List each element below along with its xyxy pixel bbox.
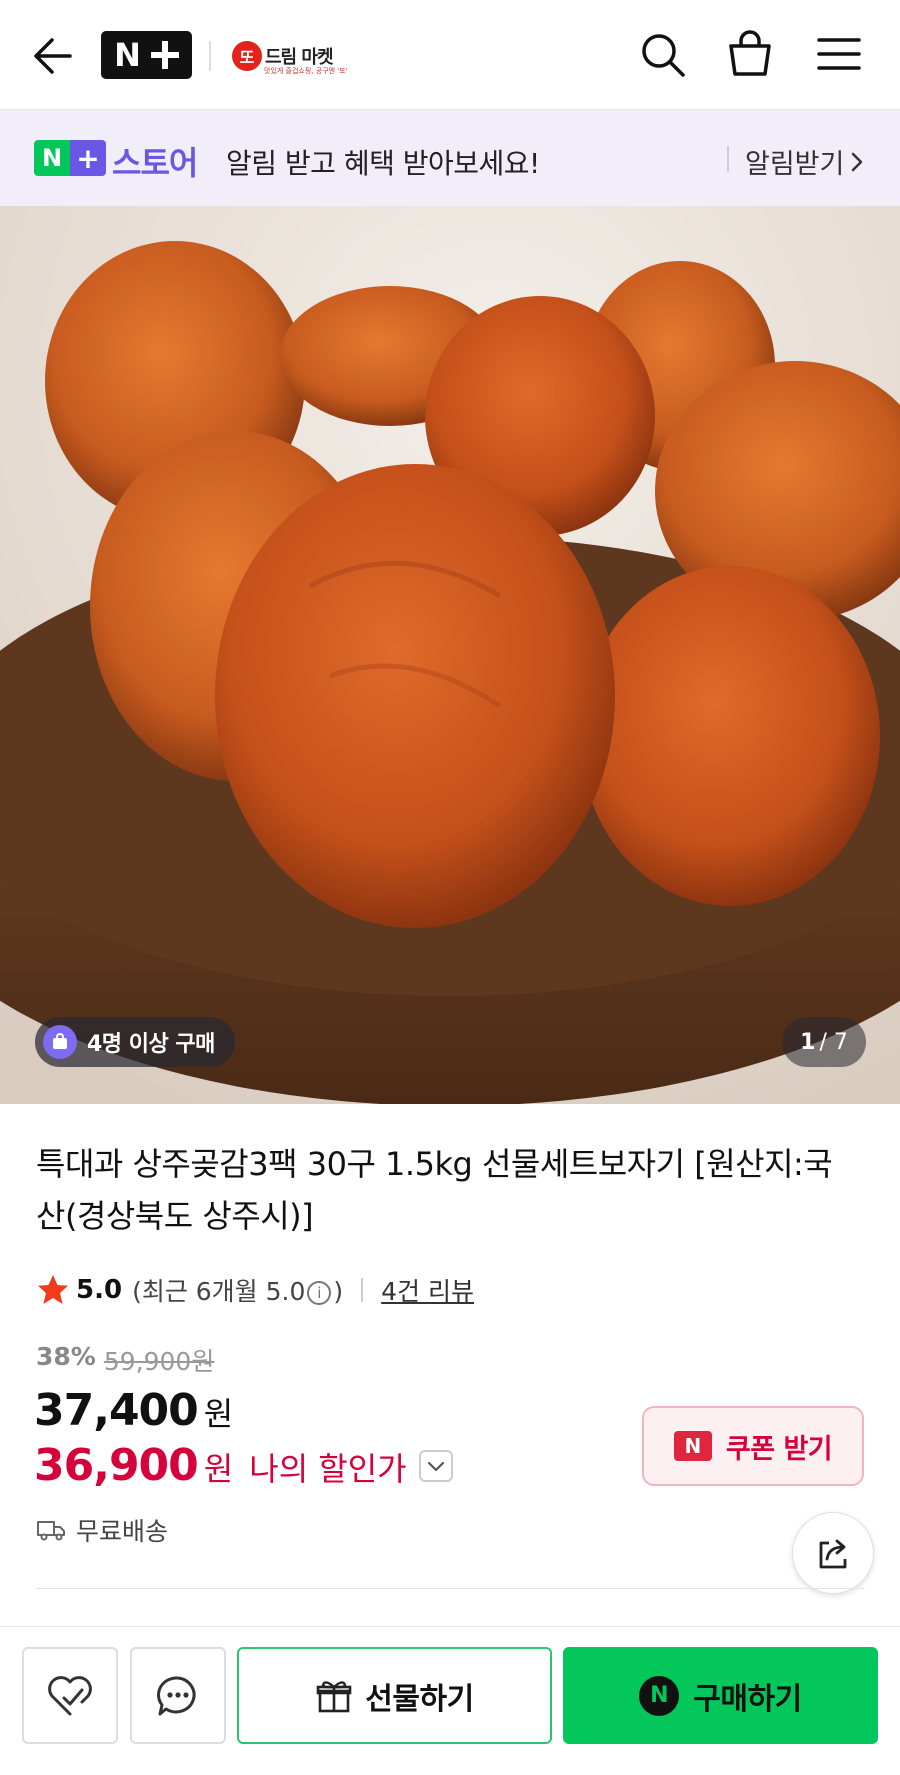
naver-coupon-icon: N: [673, 1431, 712, 1461]
plus-icon: [150, 41, 179, 69]
store-logo[interactable]: 또 드림 마켓 맛있게 즐겁쇼핑, 공구엔 '또': [232, 36, 348, 76]
product-title: 특대과 상주곶감3팩 30구 1.5kg 선물세트보자기 [원산지:국산(경상북…: [36, 1145, 833, 1235]
bottom-action-bar: 선물하기 N 구매하기: [0, 1626, 900, 1775]
buyers-count-text: 4명 이상 구매: [87, 1032, 215, 1057]
product-image-carousel[interactable]: [0, 206, 900, 1104]
my-discount-price: 36,900 원 나의 할인가: [34, 1440, 453, 1491]
naver-plus-logo[interactable]: N: [101, 31, 192, 79]
banner-message: 알림 받고 혜택 받아보세요!: [226, 147, 540, 180]
gift-button[interactable]: 선물하기: [237, 1647, 552, 1744]
image-counter-total: / 7: [819, 1029, 848, 1055]
naver-plus-store-logo: N +: [34, 140, 106, 176]
naver-pay-icon: N: [639, 1675, 680, 1716]
review-link[interactable]: 4건 리뷰: [381, 1272, 474, 1308]
rating-recent-close: ): [333, 1277, 344, 1306]
store-logo-badge: 또: [232, 41, 262, 71]
section-divider: [36, 1588, 864, 1589]
rating-recent-text: (최근 6개월 5.0: [132, 1277, 306, 1306]
notification-subscribe-label: 알림받기: [745, 149, 845, 180]
chevron-right-icon: [852, 152, 863, 171]
my-price-unit: 원: [203, 1450, 234, 1488]
naver-plus-logo-letter: N: [114, 36, 141, 74]
chevron-down-icon: [427, 1461, 444, 1471]
my-price-label: 나의 할인가: [249, 1450, 407, 1488]
rating-row: 5.0 (최근 6개월 5.0 i) 4건 리뷰: [36, 1272, 474, 1308]
shopping-bag-icon[interactable]: [725, 28, 775, 80]
buy-label: 구매하기: [693, 1681, 802, 1717]
search-icon[interactable]: [638, 30, 688, 80]
back-arrow-icon[interactable]: [30, 34, 74, 78]
chat-button[interactable]: [130, 1647, 226, 1744]
discount-row: 38% 59,900원: [36, 1342, 214, 1378]
naver-plus-sign: +: [70, 140, 106, 176]
banner-divider: [727, 146, 729, 172]
share-button[interactable]: [792, 1512, 874, 1594]
sale-price-value: 37,400: [34, 1385, 199, 1436]
shipping-label: 무료배송: [76, 1517, 169, 1546]
top-header: N 또 드림 마켓 맛있게 즐겁쇼핑, 공구엔 '또': [0, 0, 900, 110]
star-icon: [38, 1275, 68, 1304]
chat-icon: [157, 1675, 196, 1715]
gift-icon: [316, 1680, 352, 1712]
sale-price-unit: 원: [203, 1395, 234, 1433]
original-price: 59,900원: [103, 1347, 215, 1376]
coupon-label: 쿠폰 받기: [725, 1433, 833, 1465]
heart-check-icon: [48, 1675, 92, 1715]
buyers-count-chip: 4명 이상 구매: [35, 1017, 235, 1067]
discount-percent: 38%: [36, 1342, 96, 1371]
gift-label: 선물하기: [365, 1681, 474, 1717]
bag-badge-icon: [43, 1025, 77, 1059]
store-word: 스토어: [112, 144, 198, 182]
shipping-info: 무료배송: [36, 1512, 168, 1548]
buy-button[interactable]: N 구매하기: [563, 1647, 878, 1744]
store-logo-tagline: 맛있게 즐겁쇼핑, 공구엔 '또': [264, 67, 348, 75]
menu-icon[interactable]: [815, 32, 863, 76]
image-counter-current: 1: [800, 1029, 816, 1055]
dried-persimmon-photo: [0, 206, 900, 1104]
notification-subscribe-button[interactable]: 알림받기: [745, 142, 864, 181]
my-price-dropdown[interactable]: [418, 1449, 453, 1482]
sale-price: 37,400 원: [34, 1385, 233, 1436]
share-icon: [819, 1539, 847, 1569]
rating-recent: (최근 6개월 5.0 i): [132, 1272, 343, 1308]
my-price-value: 36,900: [34, 1440, 199, 1491]
image-counter: 1 / 7: [782, 1017, 866, 1067]
header-divider: [209, 41, 211, 71]
like-button[interactable]: [22, 1647, 118, 1744]
info-icon[interactable]: i: [307, 1281, 332, 1305]
rating-score: 5.0: [76, 1275, 123, 1305]
naver-n-letter: N: [34, 140, 70, 176]
truck-icon: [37, 1521, 65, 1541]
notification-banner: N + 스토어 알림 받고 혜택 받아보세요! 알림받기: [0, 110, 900, 206]
rating-divider: [361, 1278, 364, 1302]
coupon-download-button[interactable]: N 쿠폰 받기: [642, 1406, 864, 1486]
